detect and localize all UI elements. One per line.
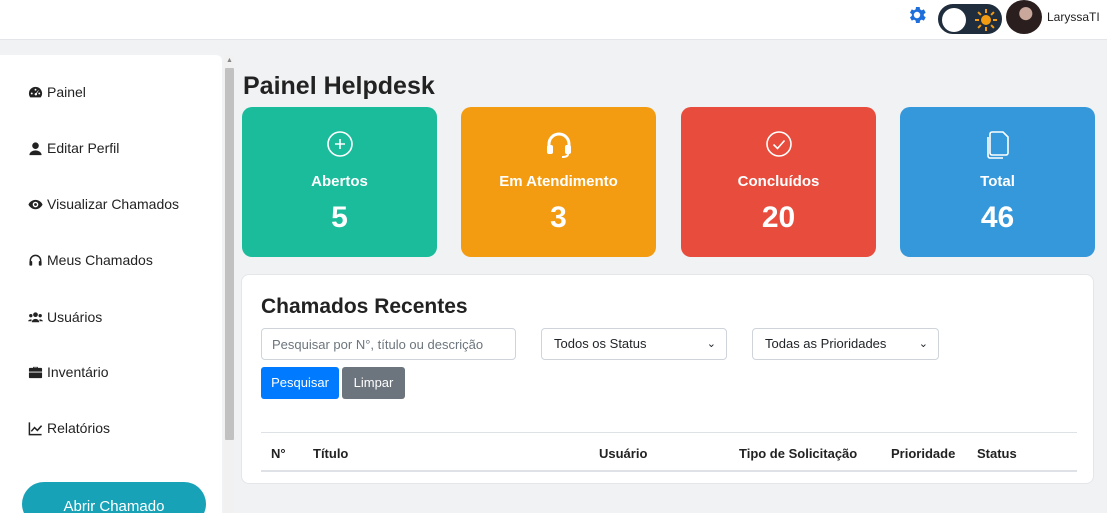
toggle-knob (942, 8, 966, 32)
sidebar-item-visualizar-chamados[interactable]: Visualizar Chamados (28, 196, 179, 212)
table-header: N° Título Usuário Tipo de Solicitação Pr… (261, 432, 1077, 472)
users-icon (28, 311, 43, 322)
sidebar-item-label: Visualizar Chamados (47, 196, 180, 212)
sidebar-item-label: Relatórios (47, 420, 111, 436)
card-label: Total (980, 173, 1015, 190)
top-bar: LaryssaTI (0, 0, 1107, 40)
sidebar (0, 55, 222, 513)
column-header[interactable]: Usuário (599, 446, 647, 461)
sidebar-item-editar-perfil[interactable]: Editar Perfil (28, 140, 119, 156)
avatar[interactable] (1006, 0, 1042, 34)
sidebar-item-label: Editar Perfil (47, 140, 120, 156)
chevron-down-icon: ⌄ (706, 338, 716, 350)
sun-icon (975, 9, 997, 31)
card-em-atendimento[interactable]: Em Atendimento 3 (461, 107, 656, 257)
sidebar-item-painel[interactable]: Painel (28, 84, 86, 100)
column-header[interactable]: Prioridade (891, 446, 955, 461)
sidebar-item-inventario[interactable]: Inventário (28, 364, 108, 380)
column-header[interactable]: Título (313, 446, 348, 461)
search-input[interactable] (261, 328, 516, 360)
briefcase-icon (28, 366, 43, 378)
column-header[interactable]: N° (271, 446, 286, 461)
status-select[interactable]: Todos os Status ⌄ (541, 328, 727, 360)
card-label: Abertos (311, 173, 368, 190)
card-concluidos[interactable]: Concluídos 20 (681, 107, 876, 257)
recent-tickets-panel: Chamados Recentes Todos os Status ⌄ Toda… (241, 274, 1094, 484)
eye-icon (28, 199, 43, 209)
open-ticket-button[interactable]: Abrir Chamado (22, 482, 206, 513)
card-label: Concluídos (737, 173, 820, 190)
headset-icon (546, 132, 571, 158)
dashboard-icon (28, 86, 43, 97)
theme-toggle[interactable] (938, 4, 1002, 34)
chevron-down-icon: ⌄ (918, 338, 928, 350)
scroll-up-icon[interactable]: ▲ (226, 57, 233, 64)
priority-select-value: Todas as Prioridades (765, 336, 887, 351)
card-value: 20 (761, 201, 796, 234)
files-icon (986, 131, 1009, 159)
card-value: 46 (980, 201, 1015, 234)
page-title: Painel Helpdesk (243, 72, 435, 100)
sidebar-item-usuarios[interactable]: Usuários (28, 309, 102, 325)
sidebar-item-meus-chamados[interactable]: Meus Chamados (28, 252, 153, 268)
card-value: 3 (550, 201, 567, 234)
check-circle-icon (765, 131, 792, 157)
sidebar-item-label: Meus Chamados (47, 252, 153, 268)
plus-circle-icon (326, 131, 353, 157)
user-icon (29, 141, 42, 155)
sidebar-item-label: Inventário (47, 364, 109, 380)
scrollbar-thumb[interactable] (225, 68, 234, 440)
clear-button[interactable]: Limpar (342, 367, 405, 399)
panel-title: Chamados Recentes (261, 295, 468, 318)
card-label: Em Atendimento (499, 173, 618, 190)
sidebar-item-label: Painel (47, 84, 86, 100)
status-select-value: Todos os Status (554, 336, 647, 351)
search-button[interactable]: Pesquisar (261, 367, 339, 399)
gear-icon[interactable] (906, 4, 928, 26)
column-header[interactable]: Tipo de Solicitação (739, 446, 857, 461)
column-header[interactable]: Status (977, 446, 1017, 461)
headset-icon (29, 254, 42, 266)
priority-select[interactable]: Todas as Prioridades ⌄ (752, 328, 939, 360)
card-value: 5 (331, 201, 348, 234)
card-total[interactable]: Total 46 (900, 107, 1095, 257)
username[interactable]: LaryssaTI (1047, 10, 1100, 24)
chart-line-icon (28, 421, 43, 435)
sidebar-item-relatorios[interactable]: Relatórios (28, 420, 110, 436)
sidebar-item-label: Usuários (47, 309, 103, 325)
card-abertos[interactable]: Abertos 5 (242, 107, 437, 257)
